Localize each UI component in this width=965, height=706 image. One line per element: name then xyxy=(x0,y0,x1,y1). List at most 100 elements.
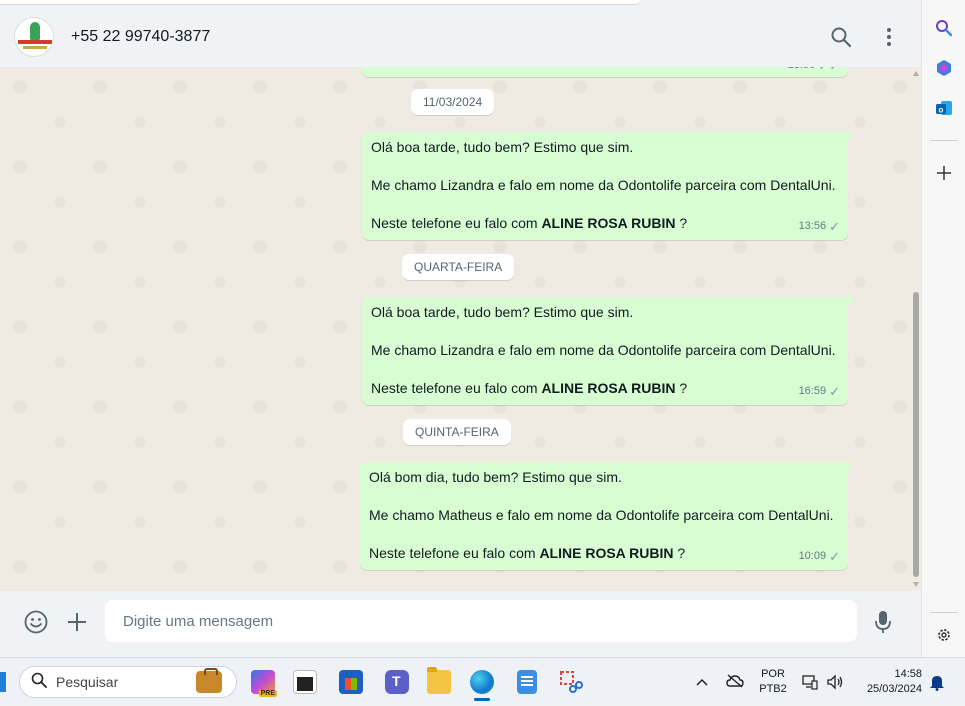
date-separator: QUARTA-FEIRA xyxy=(402,254,515,280)
message-bold-name: ALINE ROSA RUBIN xyxy=(541,215,676,231)
attach-plus-icon[interactable] xyxy=(65,610,89,634)
scroll-down-arrow-icon[interactable] xyxy=(913,582,919,587)
language-code: POR xyxy=(761,668,785,680)
browser-sidebar: o xyxy=(921,0,965,660)
message-text: ? xyxy=(673,545,686,561)
message-line: Olá boa tarde, tudo bem? Estimo que sim. xyxy=(371,304,634,320)
message-composer xyxy=(0,591,921,653)
check-icon: ✓ xyxy=(829,219,840,234)
active-app-indicator xyxy=(474,698,490,701)
chat-scrollbar[interactable] xyxy=(912,67,920,591)
check-icon: ✓ xyxy=(829,384,840,399)
message-line: Me chamo Lizandra e falo em nome da Odon… xyxy=(371,342,836,358)
clock[interactable]: 14:58 25/03/2024 xyxy=(844,667,922,697)
message-meta: 13:56 ✓ xyxy=(799,217,840,236)
windows-taskbar: Pesquisar PRE T POR PTB2 14:58 25/03/202… xyxy=(0,657,965,705)
emoji-icon[interactable] xyxy=(24,610,48,634)
message-bubble[interactable]: Olá bom dia, tudo bem? Estimo que sim. M… xyxy=(360,462,855,570)
clock-date: 25/03/2024 xyxy=(866,683,922,695)
message-line: Neste telefone eu falo com ALINE ROSA RU… xyxy=(369,544,840,563)
message-bold-name: ALINE ROSA RUBIN xyxy=(541,380,676,396)
notepad-lines xyxy=(521,676,533,688)
message-text: Neste telefone eu falo com xyxy=(371,215,542,231)
logo-subtitle xyxy=(23,46,47,49)
double-check-icon: ✓✓ xyxy=(818,67,840,75)
edge-icon[interactable] xyxy=(470,670,494,694)
message-meta: 16:59 ✓ xyxy=(799,382,840,401)
copilot-icon[interactable] xyxy=(934,58,954,78)
network-icon[interactable] xyxy=(802,674,818,695)
message-time: 13:56 xyxy=(788,67,816,75)
keyboard-layout: PTB2 xyxy=(759,683,787,695)
chat-header: +55 22 99740-3877 xyxy=(0,7,921,67)
search-icon xyxy=(31,672,47,693)
search-icon[interactable] xyxy=(934,18,954,38)
notepad-icon[interactable] xyxy=(517,670,537,694)
browser-top-strip xyxy=(0,0,640,5)
settings-icon[interactable] xyxy=(934,625,954,645)
contact-name[interactable]: +55 22 99740-3877 xyxy=(71,28,210,46)
message-time: 10:09 xyxy=(798,550,827,562)
store-grid xyxy=(345,678,357,690)
date-separator: 11/03/2024 xyxy=(411,89,495,115)
teams-icon[interactable]: T xyxy=(385,670,409,694)
message-bubble[interactable]: Olá boa tarde, tudo bem? Estimo que sim.… xyxy=(362,132,855,240)
task-view-icon[interactable] xyxy=(293,670,317,694)
start-button[interactable] xyxy=(0,672,6,692)
system-tray xyxy=(692,658,752,706)
message-line: Neste telefone eu falo com ALINE ROSA RU… xyxy=(371,214,840,233)
logo-banner xyxy=(18,40,52,44)
message-line: Me chamo Lizandra e falo em nome da Odon… xyxy=(371,177,836,193)
briefcase-icon xyxy=(196,668,222,693)
logo-figure xyxy=(30,22,40,40)
menu-icon[interactable] xyxy=(877,25,901,49)
sidebar-divider xyxy=(930,140,958,141)
volume-icon[interactable] xyxy=(826,674,844,695)
message-line: Olá boa tarde, tudo bem? Estimo que sim. xyxy=(371,139,634,155)
message-text: Neste telefone eu falo com xyxy=(369,545,540,561)
input-language[interactable]: POR PTB2 xyxy=(752,667,794,697)
message-meta: 10:09 ✓ xyxy=(799,547,840,566)
search-label: Pesquisar xyxy=(56,674,119,690)
chevron-up-icon[interactable] xyxy=(696,675,708,689)
message-text: Neste telefone eu falo com xyxy=(371,380,542,396)
message-text: ? xyxy=(675,380,688,396)
copilot-pre-icon[interactable]: PRE xyxy=(251,670,277,697)
date-separator: QUINTA-FEIRA xyxy=(403,419,511,445)
notification-bell-icon[interactable] xyxy=(929,673,945,696)
taskbar-search[interactable]: Pesquisar xyxy=(19,666,237,698)
header-actions xyxy=(829,7,901,67)
store-icon[interactable] xyxy=(339,670,363,694)
search-icon[interactable] xyxy=(829,25,853,49)
message-line: Neste telefone eu falo com ALINE ROSA RU… xyxy=(371,379,840,398)
add-icon[interactable] xyxy=(934,163,954,183)
snipping-tool-icon[interactable] xyxy=(559,670,583,694)
whatsapp-web-window: +55 22 99740-3877 13:56 ✓✓ 11/03/2024 Ol… xyxy=(0,0,965,660)
message-line: Olá bom dia, tudo bem? Estimo que sim. xyxy=(369,469,622,485)
file-explorer-icon[interactable] xyxy=(427,667,451,694)
task-view-square xyxy=(297,677,313,691)
message-bold-name: ALINE ROSA RUBIN xyxy=(539,545,674,561)
folder-tab xyxy=(427,667,437,672)
check-icon: ✓ xyxy=(829,549,840,564)
copilot-badge: PRE xyxy=(258,690,277,697)
previous-message-bubble[interactable]: 13:56 ✓✓ xyxy=(362,67,848,77)
scroll-up-arrow-icon[interactable] xyxy=(913,71,919,76)
message-text: ? xyxy=(675,215,688,231)
message-line: Me chamo Matheus e falo em nome da Odont… xyxy=(369,507,834,523)
message-time: 16:59 xyxy=(798,385,827,397)
teams-letter: T xyxy=(392,673,401,689)
sidebar-divider xyxy=(930,612,958,613)
message-input[interactable] xyxy=(105,600,857,642)
message-bubble[interactable]: Olá boa tarde, tudo bem? Estimo que sim.… xyxy=(362,297,855,405)
cloud-off-icon[interactable] xyxy=(726,673,744,691)
scroll-thumb[interactable] xyxy=(913,292,919,577)
message-time: 13:56 xyxy=(798,220,827,232)
svg-text:o: o xyxy=(939,106,944,115)
conversation-panel[interactable]: 13:56 ✓✓ 11/03/2024 Olá boa tarde, tudo … xyxy=(0,67,921,591)
outlook-icon[interactable]: o xyxy=(934,98,954,118)
message-meta: 13:56 ✓✓ xyxy=(788,67,840,75)
clock-time: 14:58 xyxy=(894,668,922,680)
contact-avatar[interactable] xyxy=(14,17,54,57)
microphone-icon[interactable] xyxy=(871,610,895,634)
